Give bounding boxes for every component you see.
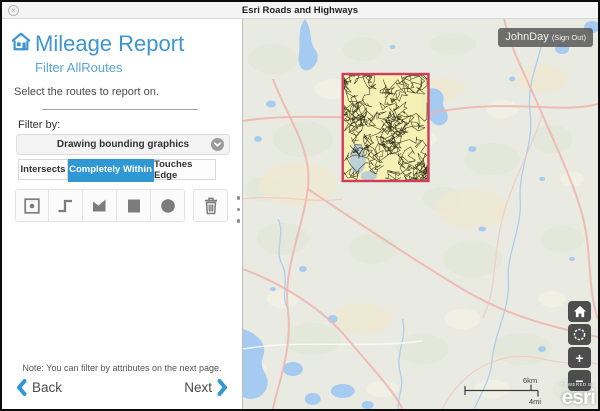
draw-toolbar — [15, 189, 242, 222]
map-locate-button[interactable] — [568, 324, 591, 345]
page-title: Mileage Report — [35, 31, 184, 57]
map-area: JohnDay (Sign Out) + — [243, 19, 598, 409]
window-title: Esri Roads and Highways — [242, 5, 358, 16]
content-area: Mileage Report Filter AllRoutes Select t… — [2, 19, 598, 409]
home-icon — [10, 31, 32, 57]
draw-polygon-button[interactable] — [83, 189, 117, 222]
home-extent-icon — [573, 305, 587, 318]
drag-dot — [237, 196, 241, 200]
drag-dot — [237, 208, 241, 212]
filter-by-label: Filter by: — [18, 119, 242, 131]
app-window: × Esri Roads and Highways Mileage Report… — [0, 0, 600, 411]
map-zoom-in-button[interactable]: + — [568, 347, 591, 368]
next-button[interactable]: Next — [184, 379, 228, 396]
panel-description: Select the routes to report on. — [14, 86, 242, 98]
trash-icon — [201, 195, 221, 216]
map-home-button[interactable] — [568, 301, 591, 322]
user-badge[interactable]: JohnDay (Sign Out) — [498, 28, 593, 47]
wizard-nav: Back Next — [2, 379, 242, 399]
titlebar: × Esri Roads and Highways — [2, 2, 598, 19]
tab-intersects[interactable]: Intersects — [18, 159, 68, 180]
mileage-report-panel: Mileage Report Filter AllRoutes Select t… — [2, 19, 243, 409]
delete-graphics-button[interactable] — [193, 189, 228, 222]
back-chevron-icon — [16, 379, 27, 396]
circle-icon — [158, 196, 178, 216]
dropdown-selected-value: Drawing bounding graphics — [57, 139, 189, 150]
scale-bar: 6km 4mi — [463, 375, 547, 407]
panel-header: Mileage Report — [10, 31, 242, 57]
back-label: Back — [32, 380, 62, 395]
polyline-icon — [56, 196, 76, 216]
next-label: Next — [184, 380, 212, 395]
draw-point-button[interactable] — [15, 189, 49, 222]
sign-out-link[interactable]: (Sign Out) — [552, 33, 586, 42]
polygon-icon — [90, 196, 110, 216]
rectangle-icon — [124, 196, 144, 216]
filter-method-dropdown[interactable]: Drawing bounding graphics — [16, 134, 230, 155]
panel-resize-handle[interactable] — [237, 196, 241, 223]
scale-km-label: 6km — [523, 376, 537, 385]
map-controls: + − — [568, 301, 591, 391]
esri-brand: esri — [560, 387, 595, 408]
esri-logo: POWERED BY esri — [560, 383, 595, 409]
draw-rectangle-button[interactable] — [117, 189, 151, 222]
spatial-relation-tabs: Intersects Completely Within Touches Edg… — [18, 159, 242, 180]
draw-circle-button[interactable] — [151, 189, 185, 222]
next-chevron-icon — [217, 379, 228, 396]
back-button[interactable]: Back — [16, 379, 62, 396]
tab-touches-edge[interactable]: Touches Edge — [154, 159, 216, 180]
map-canvas[interactable] — [243, 19, 598, 409]
scale-mi-label: 4mi — [529, 397, 541, 406]
divider — [42, 109, 198, 110]
user-name: JohnDay — [505, 31, 548, 43]
drag-dot — [237, 219, 241, 223]
locate-icon — [572, 327, 587, 342]
draw-polyline-button[interactable] — [49, 189, 83, 222]
page-subtitle: Filter AllRoutes — [35, 60, 242, 75]
point-icon — [22, 196, 42, 216]
tab-completely-within[interactable]: Completely Within — [68, 159, 154, 180]
chevron-down-icon — [211, 138, 224, 151]
plus-icon: + — [575, 350, 583, 366]
panel-note: Note: You can filter by attributes on th… — [2, 363, 242, 373]
bounding-graphic — [343, 74, 429, 181]
close-icon[interactable]: × — [8, 5, 19, 16]
